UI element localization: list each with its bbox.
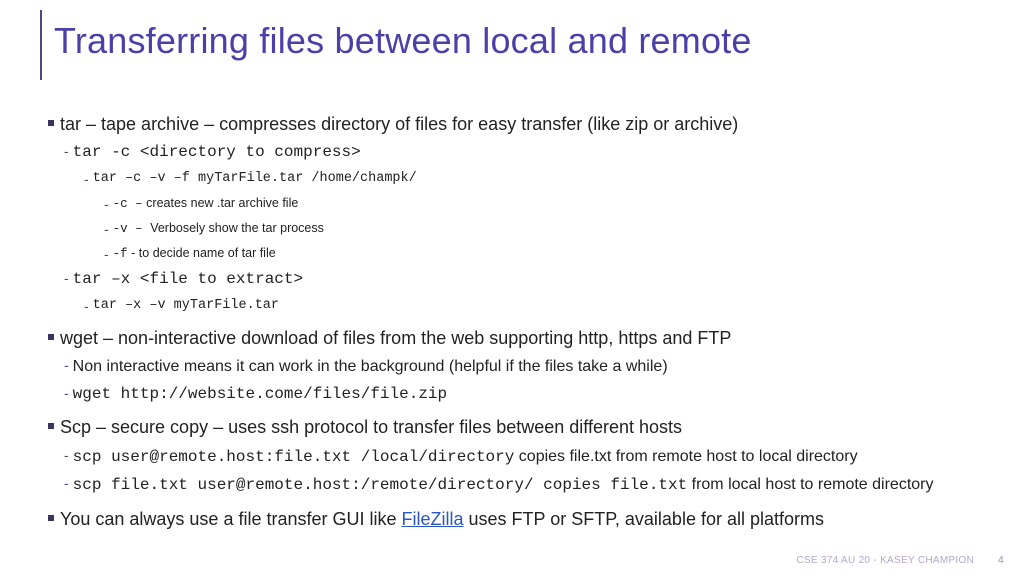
square-bullet-icon — [48, 423, 54, 429]
bullet-scp-2: - scp file.txt user@remote.host:/remote/… — [64, 474, 992, 497]
flag-v-line: -v – Verbosely show the tar process — [113, 220, 324, 238]
dash-bullet-icon: - — [104, 220, 109, 239]
bullet-flag-v: - -v – Verbosely show the tar process — [104, 220, 992, 239]
dash-bullet-icon: - — [84, 297, 89, 316]
square-bullet-icon — [48, 120, 54, 126]
dash-bullet-icon: - — [104, 195, 109, 214]
bullet-tar-x-example: - tar –x –v myTarFile.tar — [84, 297, 992, 316]
bullet-scp-1: - scp user@remote.host:file.txt /local/d… — [64, 446, 992, 469]
wget-note: Non interactive means it can work in the… — [73, 356, 668, 378]
dash-bullet-icon: - — [104, 245, 109, 264]
bullet-scp: Scp – secure copy – uses ssh protocol to… — [48, 415, 992, 439]
flag-v-text: Verbosely show the tar process — [150, 221, 324, 235]
scp-line-1: scp user@remote.host:file.txt /local/dir… — [73, 446, 858, 469]
bullet-tar-x: - tar –x <file to extract> — [64, 269, 992, 291]
bullet-wget: wget – non-interactive download of files… — [48, 326, 992, 350]
dash-bullet-icon: - — [64, 269, 69, 288]
wget-cmd: wget http://website.come/files/file.zip — [73, 384, 447, 406]
gui-post: uses FTP or SFTP, available for all plat… — [464, 509, 824, 529]
flag-f-line: -f - to decide name of tar file — [113, 245, 276, 263]
tar-x-cmd: tar –x <file to extract> — [73, 269, 303, 291]
dash-bullet-icon: - — [64, 142, 69, 161]
dash-bullet-icon: - — [64, 356, 69, 375]
dash-bullet-icon: - — [84, 170, 89, 189]
scp-2-text: from local host to remote directory — [687, 476, 933, 493]
square-bullet-icon — [48, 334, 54, 340]
bullet-wget-cmd: - wget http://website.come/files/file.zi… — [64, 384, 992, 406]
gui-pre: You can always use a file transfer GUI l… — [60, 509, 402, 529]
scp-1-code: scp user@remote.host:file.txt /local/dir… — [73, 448, 515, 466]
bullet-tar-c-example: - tar –c –v –f myTarFile.tar /home/champ… — [84, 170, 992, 189]
flag-f-text: - to decide name of tar file — [128, 246, 276, 260]
square-bullet-icon — [48, 515, 54, 521]
scp-2-code: scp file.txt user@remote.host:/remote/di… — [73, 476, 688, 494]
bullet-tar-c: - tar -c <directory to compress> — [64, 142, 992, 164]
bullet-gui: You can always use a file transfer GUI l… — [48, 507, 992, 531]
scp-heading: Scp – secure copy – uses ssh protocol to… — [60, 415, 682, 439]
filezilla-link[interactable]: FileZilla — [402, 509, 464, 529]
bullet-flag-f: - -f - to decide name of tar file — [104, 245, 992, 264]
tar-x-example: tar –x –v myTarFile.tar — [93, 297, 279, 315]
slide-body: tar – tape archive – compresses director… — [48, 112, 992, 531]
flag-c-code: -c – — [113, 197, 143, 211]
tar-c-example: tar –c –v –f myTarFile.tar /home/champk/ — [93, 170, 417, 188]
slide-footer: CSE 374 AU 20 - KASEY CHAMPION 4 — [796, 555, 1004, 566]
scp-line-2: scp file.txt user@remote.host:/remote/di… — [73, 474, 934, 497]
title-rule — [40, 10, 42, 80]
dash-bullet-icon: - — [64, 474, 69, 493]
slide-title: Transferring files between local and rem… — [54, 20, 752, 62]
tar-c-cmd: tar -c <directory to compress> — [73, 142, 361, 164]
flag-c-text: creates new .tar archive file — [143, 196, 299, 210]
bullet-wget-note: - Non interactive means it can work in t… — [64, 356, 992, 378]
flag-f-code: -f — [113, 247, 128, 261]
footer-page-number: 4 — [998, 555, 1004, 566]
flag-c-line: -c – creates new .tar archive file — [113, 195, 299, 213]
dash-bullet-icon: - — [64, 446, 69, 465]
flag-v-code: -v – — [113, 222, 151, 236]
footer-course: CSE 374 AU 20 - KASEY CHAMPION — [796, 555, 974, 566]
tar-heading: tar – tape archive – compresses director… — [60, 112, 738, 136]
wget-heading: wget – non-interactive download of files… — [60, 326, 731, 350]
scp-1-text: copies file.txt from remote host to loca… — [514, 448, 857, 465]
dash-bullet-icon: - — [64, 384, 69, 403]
bullet-flag-c: - -c – creates new .tar archive file — [104, 195, 992, 214]
gui-line: You can always use a file transfer GUI l… — [60, 507, 824, 531]
bullet-tar: tar – tape archive – compresses director… — [48, 112, 992, 136]
slide: Transferring files between local and rem… — [0, 0, 1024, 576]
